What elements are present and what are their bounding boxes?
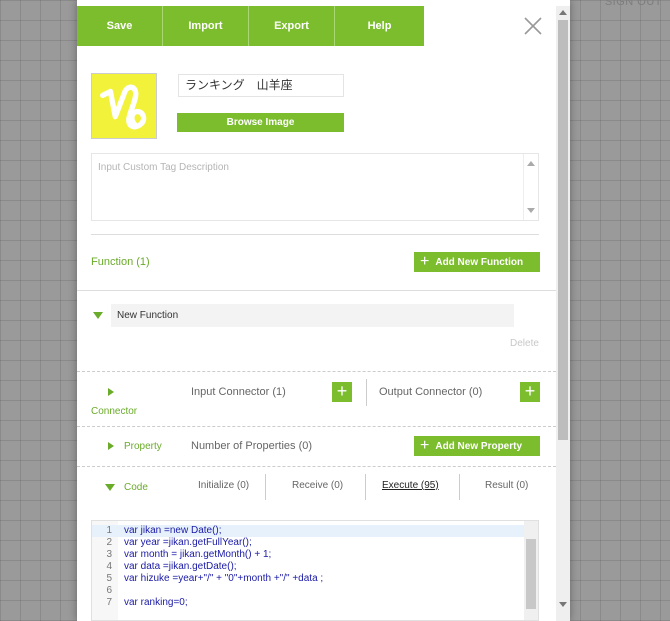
delete-function-link[interactable]: Delete <box>510 338 539 349</box>
add-new-property-button[interactable]: + Add New Property <box>414 436 540 456</box>
connector-expand-icon[interactable] <box>108 388 114 396</box>
plus-icon: + <box>336 381 348 401</box>
code-line: 2 var year =jikan.getFullYear(); <box>106 537 252 548</box>
description-scrollbar[interactable] <box>523 154 538 220</box>
tab-initialize[interactable]: Initialize (0) <box>198 480 249 491</box>
code-line: 5 var hizuke =year+"/" + "0"+month +"/" +… <box>106 573 324 584</box>
property-expand-icon[interactable] <box>108 442 114 450</box>
add-function-label: Add New Function <box>435 256 524 268</box>
code-line: 7 var ranking=0; <box>106 597 188 608</box>
property-count-label: Number of Properties (0) <box>191 440 313 452</box>
divider <box>459 474 460 500</box>
property-label: Property <box>124 441 162 452</box>
tag-name-input[interactable]: ランキング 山羊座 <box>178 74 344 97</box>
code-line: 1 var jikan =new Date(); <box>92 525 524 537</box>
tab-result[interactable]: Result (0) <box>485 480 528 491</box>
connector-label: Connector <box>91 406 138 417</box>
code-editor[interactable]: 1 var jikan =new Date(); 2 var year =jikan… <box>91 520 539 621</box>
function-name-input[interactable]: New Function <box>111 304 514 327</box>
tab-execute[interactable]: Execute (95) <box>382 480 439 491</box>
description-placeholder: Input Custom Tag Description <box>98 162 229 173</box>
add-output-connector-button[interactable]: + <box>520 382 540 402</box>
divider <box>77 426 556 427</box>
plus-icon: + <box>524 381 536 401</box>
import-button[interactable]: Import <box>163 6 249 46</box>
scroll-up-icon[interactable] <box>527 161 535 166</box>
signout-link[interactable]: SIGN OUT <box>605 0 662 8</box>
capricorn-symbol-icon <box>100 84 147 130</box>
code-label: Code <box>124 482 148 493</box>
input-connector-label: Input Connector (1) <box>191 386 286 398</box>
editor-scrollbar[interactable] <box>524 521 538 620</box>
dialog-toolbar: Save Import Export Help <box>77 6 426 46</box>
tag-image <box>91 73 157 139</box>
code-line: 3 var month = jikan.getMonth() + 1; <box>106 549 272 560</box>
scroll-down-icon[interactable] <box>527 208 535 213</box>
editor-scroll-thumb[interactable] <box>526 539 536 609</box>
scroll-down-icon[interactable] <box>559 602 567 607</box>
expand-triangle-icon[interactable] <box>93 312 103 319</box>
divider <box>265 474 266 500</box>
divider <box>365 474 366 500</box>
plus-icon: + <box>420 437 430 454</box>
add-property-label: Add New Property <box>435 440 523 452</box>
help-button[interactable]: Help <box>335 6 424 46</box>
add-input-connector-button[interactable]: + <box>332 382 352 402</box>
scroll-up-icon[interactable] <box>559 10 567 15</box>
divider <box>366 379 367 406</box>
divider <box>91 234 539 235</box>
dialog-scroll-thumb[interactable] <box>558 20 568 440</box>
divider <box>77 466 556 467</box>
divider <box>77 371 556 372</box>
function-section-title: Function (1) <box>91 256 150 268</box>
code-line: 4 var data =jikan.getDate(); <box>106 561 237 572</box>
save-button[interactable]: Save <box>77 6 163 46</box>
code-expand-icon[interactable] <box>105 484 115 491</box>
custom-tag-dialog: Save Import Export Help ランキング 山羊座 Browse… <box>77 0 570 621</box>
tag-description-textarea[interactable]: Input Custom Tag Description <box>91 153 539 221</box>
plus-icon: + <box>420 253 430 270</box>
add-new-function-button[interactable]: + Add New Function <box>414 252 540 272</box>
code-line: 6 <box>106 585 112 596</box>
browse-image-button[interactable]: Browse Image <box>177 113 344 132</box>
divider <box>77 290 556 291</box>
export-button[interactable]: Export <box>249 6 335 46</box>
close-icon[interactable] <box>523 16 543 36</box>
output-connector-label: Output Connector (0) <box>379 386 483 398</box>
tab-receive[interactable]: Receive (0) <box>292 480 343 491</box>
dialog-scrollbar[interactable] <box>556 6 570 621</box>
